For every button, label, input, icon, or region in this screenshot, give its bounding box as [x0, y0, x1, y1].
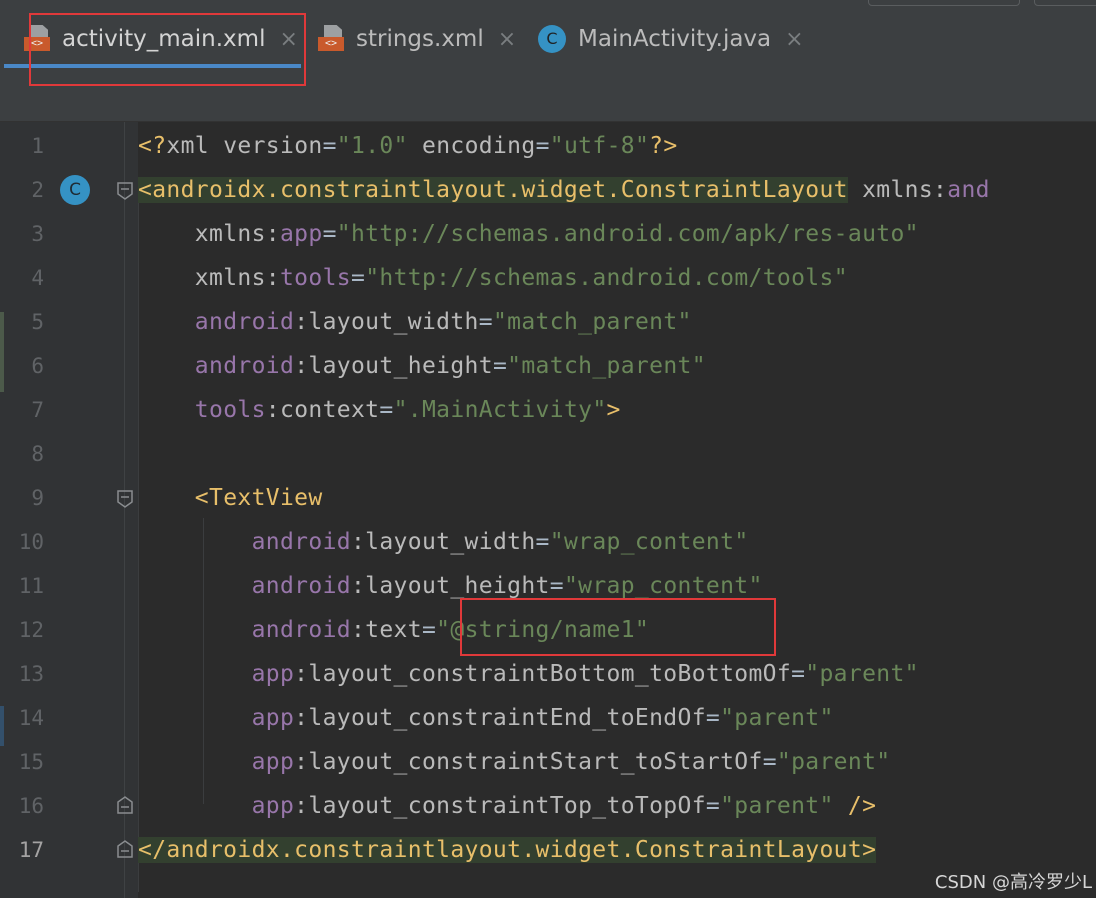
line-number: 7	[31, 398, 44, 422]
fold-end-marker-icon[interactable]	[117, 840, 133, 858]
code-line: 14 app:layout_constraintEnd_toEndOf="par…	[0, 696, 1096, 740]
line-number: 2	[31, 178, 44, 202]
code-line: 6 android:layout_height="match_parent"	[0, 344, 1096, 388]
code-line: 5 android:layout_width="match_parent"	[0, 300, 1096, 344]
line-number: 9	[31, 486, 44, 510]
toolbar-button-partial-2[interactable]	[1034, 0, 1096, 6]
code-line: 3 xmlns:app="http://schemas.android.com/…	[0, 212, 1096, 256]
java-class-icon: C	[538, 25, 566, 53]
code-line: 2 C <androidx.constraintlayout.widget.Co…	[0, 168, 1096, 212]
line-number: 1	[31, 134, 44, 158]
code-text[interactable]: xmlns:app="http://schemas.android.com/ap…	[138, 212, 919, 256]
code-editor[interactable]: 1 <?xml version="1.0" encoding="utf-8"?>…	[0, 122, 1096, 898]
line-number: 14	[18, 706, 44, 730]
close-icon[interactable]: ×	[498, 27, 516, 52]
code-line: 9 <TextView	[0, 476, 1096, 520]
code-text[interactable]: <TextView	[138, 476, 323, 520]
code-line: 10 android:layout_width="wrap_content"	[0, 520, 1096, 564]
line-number: 11	[18, 574, 44, 598]
code-text[interactable]: app:layout_constraintEnd_toEndOf="parent…	[138, 696, 834, 740]
code-line: 8	[0, 432, 1096, 476]
line-number: 5	[31, 310, 44, 334]
line-number: 17	[18, 838, 44, 862]
line-number: 6	[31, 354, 44, 378]
code-line: 7 tools:context=".MainActivity">	[0, 388, 1096, 432]
code-text[interactable]: android:layout_width="match_parent"	[138, 300, 692, 344]
close-icon[interactable]: ×	[785, 27, 803, 52]
line-number: 12	[18, 618, 44, 642]
code-text[interactable]: <androidx.constraintlayout.widget.Constr…	[138, 168, 990, 212]
watermark: CSDN @高冷罗少L	[934, 872, 1092, 893]
class-gutter-icon[interactable]: C	[60, 175, 90, 205]
line-number: 15	[18, 750, 44, 774]
fold-end-marker-icon[interactable]	[117, 796, 133, 814]
code-text[interactable]: app:layout_constraintTop_toTopOf="parent…	[138, 784, 876, 828]
tab-label: strings.xml	[356, 26, 484, 52]
code-text[interactable]: xmlns:tools="http://schemas.android.com/…	[138, 256, 848, 300]
code-text[interactable]: app:layout_constraintBottom_toBottomOf="…	[138, 652, 919, 696]
window-top-strip	[0, 0, 1096, 10]
code-text[interactable]: android:layout_width="wrap_content"	[138, 520, 749, 564]
code-line: 13 app:layout_constraintBottom_toBottomO…	[0, 652, 1096, 696]
code-text[interactable]: <?xml version="1.0" encoding="utf-8"?>	[138, 124, 678, 168]
fold-marker-icon[interactable]	[117, 182, 133, 200]
code-line-current: 17 </androidx.constraintlayout.widget.Co…	[0, 828, 1096, 872]
line-number: 3	[31, 222, 44, 246]
tab-mainactivity-java[interactable]: C MainActivity.java ×	[538, 10, 804, 68]
line-number: 10	[18, 530, 44, 554]
line-number: 13	[18, 662, 44, 686]
annotation-box-string-ref	[460, 598, 776, 656]
toolbar-button-partial[interactable]	[868, 0, 1020, 6]
line-number: 16	[18, 794, 44, 818]
tab-strings-xml[interactable]: <> strings.xml ×	[318, 10, 516, 68]
code-line: 16 app:layout_constraintTop_toTopOf="par…	[0, 784, 1096, 828]
code-line: 1 <?xml version="1.0" encoding="utf-8"?>	[0, 124, 1096, 168]
code-line: 15 app:layout_constraintStart_toStartOf=…	[0, 740, 1096, 784]
code-text[interactable]: android:layout_height="match_parent"	[138, 344, 706, 388]
fold-marker-icon[interactable]	[117, 490, 133, 508]
code-line: 4 xmlns:tools="http://schemas.android.co…	[0, 256, 1096, 300]
code-text[interactable]: tools:context=".MainActivity">	[138, 388, 621, 432]
tab-label: MainActivity.java	[578, 26, 772, 52]
xml-file-icon: <>	[318, 25, 344, 53]
annotation-box-tab	[29, 13, 306, 86]
code-text[interactable]: app:layout_constraintStart_toStartOf="pa…	[138, 740, 891, 784]
line-number: 8	[31, 442, 44, 466]
line-number: 4	[31, 266, 44, 290]
code-text[interactable]: </androidx.constraintlayout.widget.Const…	[138, 828, 877, 872]
